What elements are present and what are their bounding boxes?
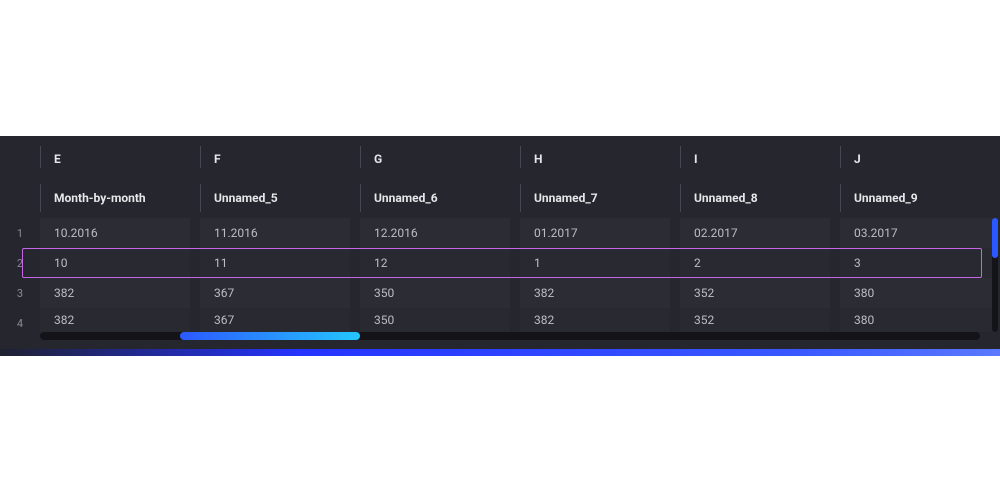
cell[interactable]: 367: [200, 308, 350, 332]
cell[interactable]: 382: [40, 308, 190, 332]
column-letter[interactable]: H: [520, 150, 680, 168]
row-index[interactable]: 1: [0, 218, 40, 248]
cell[interactable]: 3: [840, 248, 996, 278]
column-letter[interactable]: F: [200, 150, 360, 168]
data-grid-panel: 1 2 3 4 E F G H I J: [0, 136, 1000, 356]
column-name[interactable]: Unnamed_9: [840, 188, 1000, 208]
cell[interactable]: 352: [680, 308, 830, 332]
cell[interactable]: 12: [360, 248, 510, 278]
cell[interactable]: 380: [840, 278, 996, 308]
row-index[interactable]: 2: [0, 248, 40, 278]
row-index[interactable]: 4: [0, 308, 40, 338]
column-name[interactable]: Unnamed_8: [680, 188, 840, 208]
column-name[interactable]: Unnamed_7: [520, 188, 680, 208]
cell[interactable]: 11: [200, 248, 350, 278]
cell[interactable]: 352: [680, 278, 830, 308]
cell[interactable]: 2: [680, 248, 830, 278]
cell[interactable]: 1: [520, 248, 670, 278]
column-letter[interactable]: G: [360, 150, 520, 168]
column-name[interactable]: Month-by-month: [40, 188, 200, 208]
cell[interactable]: 367: [200, 278, 350, 308]
cell[interactable]: 10: [40, 248, 190, 278]
row-index[interactable]: 3: [0, 278, 40, 308]
data-area: E F G H I J Month-by-month Unnamed_5 Unn…: [40, 136, 996, 341]
data-grid[interactable]: 1 2 3 4 E F G H I J: [0, 136, 1000, 341]
cell[interactable]: 382: [520, 278, 670, 308]
column-name[interactable]: Unnamed_6: [360, 188, 520, 208]
cell[interactable]: 382: [520, 308, 670, 332]
cell[interactable]: 02.2017: [680, 218, 830, 248]
vertical-scrollbar-thumb[interactable]: [992, 218, 998, 258]
horizontal-scrollbar-thumb[interactable]: [180, 332, 360, 340]
column-letter[interactable]: E: [40, 150, 200, 168]
cell[interactable]: 380: [840, 308, 996, 332]
cell[interactable]: 01.2017: [520, 218, 670, 248]
column-letter[interactable]: I: [680, 150, 840, 168]
column-name[interactable]: Unnamed_5: [200, 188, 360, 208]
cell[interactable]: 350: [360, 278, 510, 308]
cell[interactable]: 10.2016: [40, 218, 190, 248]
column-letter[interactable]: J: [840, 150, 1000, 168]
cell[interactable]: 03.2017: [840, 218, 996, 248]
row-index-column: 1 2 3 4: [0, 136, 40, 341]
cell[interactable]: 12.2016: [360, 218, 510, 248]
window-bottom-accent: [0, 349, 1000, 356]
cell[interactable]: 11.2016: [200, 218, 350, 248]
cell[interactable]: 382: [40, 278, 190, 308]
cell[interactable]: 350: [360, 308, 510, 332]
